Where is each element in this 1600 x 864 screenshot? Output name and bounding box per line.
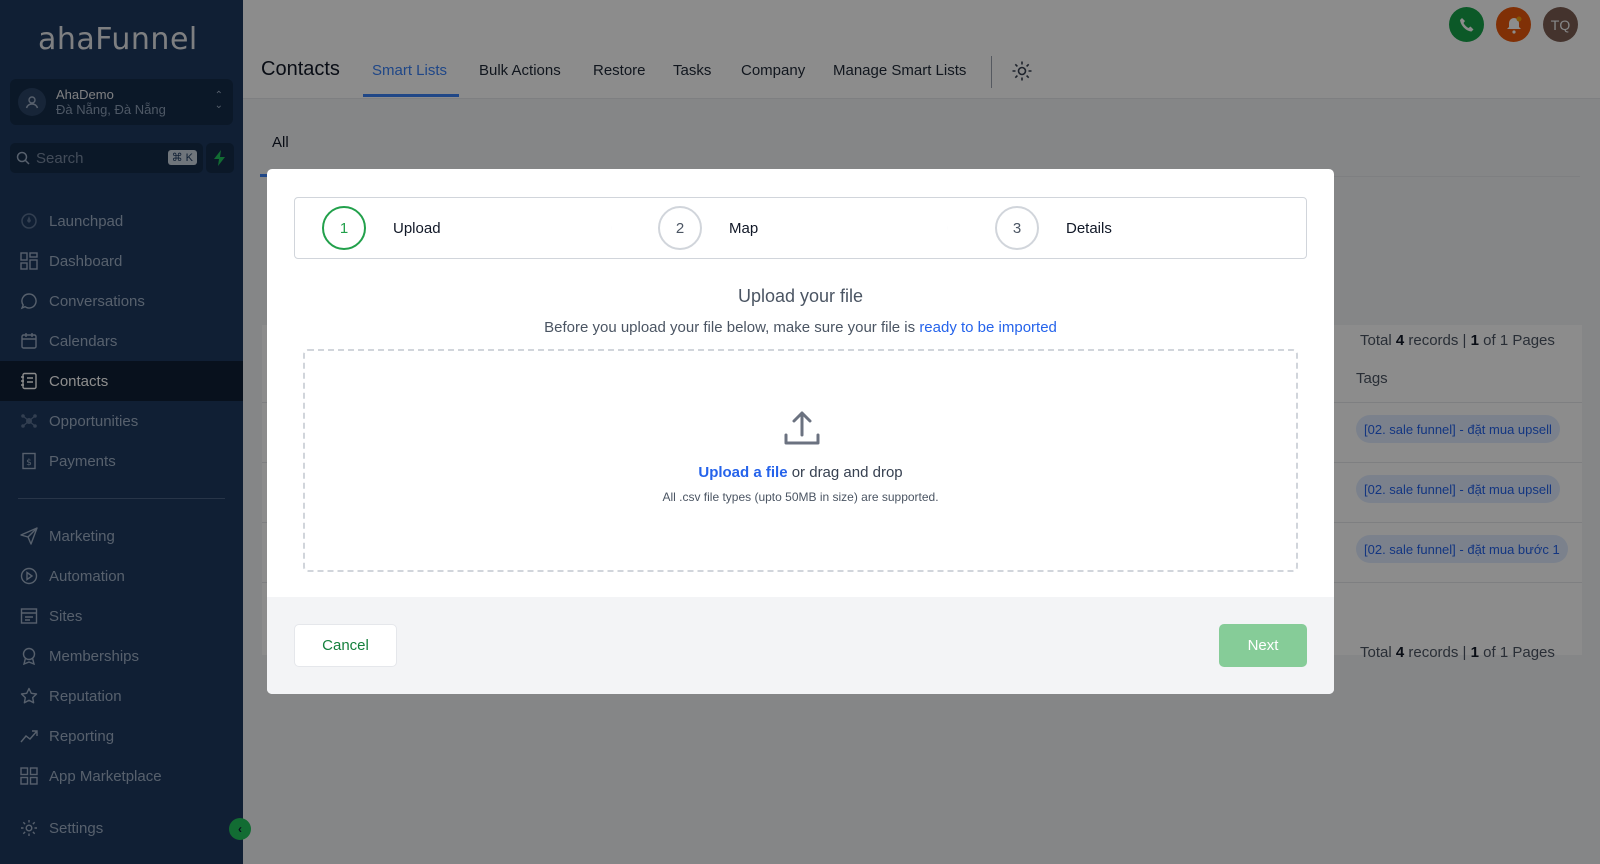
step-arrow <box>947 226 948 230</box>
upload-title: Upload your file <box>737 286 864 306</box>
file-type-note: All .csv file types (upto 50MB in size) … <box>662 490 939 504</box>
step-label: Map <box>729 219 759 237</box>
upload-subtitle: Before you upload your file below, make … <box>267 319 1334 336</box>
modal-footer: Cancel Next <box>267 597 1334 694</box>
next-button[interactable]: Next <box>1219 624 1307 667</box>
step-details: 3 Details <box>995 198 1112 258</box>
step-arrow <box>611 226 612 230</box>
upload-icon <box>782 409 822 454</box>
cancel-button[interactable]: Cancel <box>294 624 397 667</box>
step-number: 1 <box>322 206 366 250</box>
step-label: Details <box>1066 219 1112 237</box>
step-number: 2 <box>658 206 702 250</box>
step-map: 2 Map <box>658 198 758 258</box>
upload-file-link[interactable]: Upload a file <box>698 464 787 481</box>
step-label: Upload <box>393 219 441 237</box>
import-stepper: 1 Upload 2 Map 3 Details <box>294 197 1307 259</box>
upload-instructions: Upload a file or drag and drop <box>305 464 1296 481</box>
step-upload: 1 Upload <box>322 198 441 258</box>
drag-drop-text: or drag and drop <box>791 464 903 481</box>
step-number: 3 <box>995 206 1039 250</box>
import-contacts-modal: 1 Upload 2 Map 3 Details Upload your fil… <box>267 169 1334 694</box>
file-dropzone[interactable]: Upload a file or drag and drop All .csv … <box>303 349 1298 572</box>
upload-subtitle-text: Before you upload your file below, make … <box>544 319 916 336</box>
ready-to-import-link[interactable]: ready to be imported <box>919 319 1057 336</box>
